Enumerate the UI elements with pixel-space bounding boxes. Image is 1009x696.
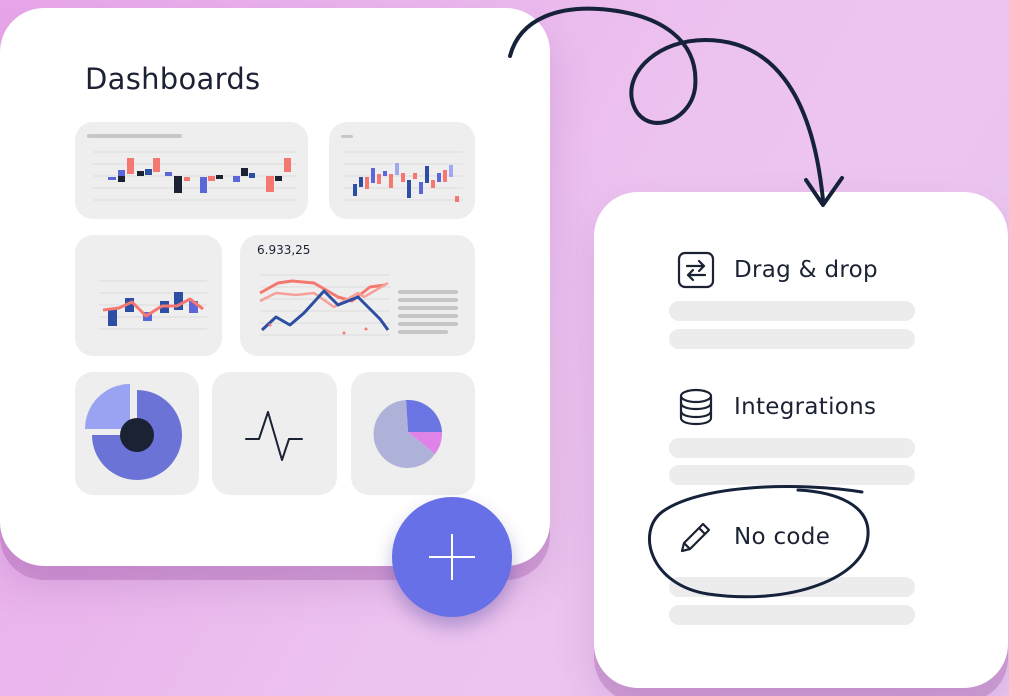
chart-tile-floating-bars[interactable]	[75, 122, 308, 219]
waterfall-chart	[341, 135, 463, 202]
pencil-icon	[680, 522, 711, 553]
plus-icon	[429, 534, 475, 580]
features-card: Drag & drop Integrations No code	[594, 192, 1008, 688]
chart-tile-donut[interactable]	[75, 372, 199, 495]
placeholder-bar	[669, 329, 915, 349]
add-dashboard-button[interactable]	[392, 497, 512, 617]
placeholder-bar	[669, 301, 915, 321]
placeholder-bar	[669, 438, 915, 458]
chart-tile-line-kpi[interactable]: 6.933,25	[240, 235, 475, 356]
multi-line-chart	[259, 274, 458, 336]
dashboards-card: Dashboards 6.933,25	[0, 8, 550, 566]
bar-line-chart	[99, 280, 207, 330]
pie-chart	[373, 399, 443, 468]
feature-drag-drop[interactable]: Drag & drop	[676, 250, 878, 290]
chart-tile-waterfall[interactable]	[329, 122, 475, 219]
feature-integrations[interactable]: Integrations	[676, 387, 876, 427]
chart-tile-bar-line[interactable]	[75, 235, 222, 356]
placeholder-bar	[669, 577, 915, 597]
placeholder-bar	[669, 465, 915, 485]
placeholder-bar	[669, 605, 915, 625]
floating-bar-chart	[87, 134, 297, 201]
chart-tile-pie[interactable]	[351, 372, 475, 495]
feature-label-drag-drop: Drag & drop	[734, 257, 878, 283]
donut-chart	[85, 384, 182, 480]
pulse-icon	[245, 411, 303, 461]
page-title: Dashboards	[85, 62, 261, 96]
database-icon	[679, 388, 713, 426]
feature-label-integrations: Integrations	[734, 394, 877, 420]
swap-arrows-icon	[677, 251, 715, 289]
feature-label-no-code: No code	[734, 524, 831, 550]
chart-tile-pulse[interactable]	[212, 372, 337, 495]
feature-no-code[interactable]: No code	[676, 517, 830, 557]
